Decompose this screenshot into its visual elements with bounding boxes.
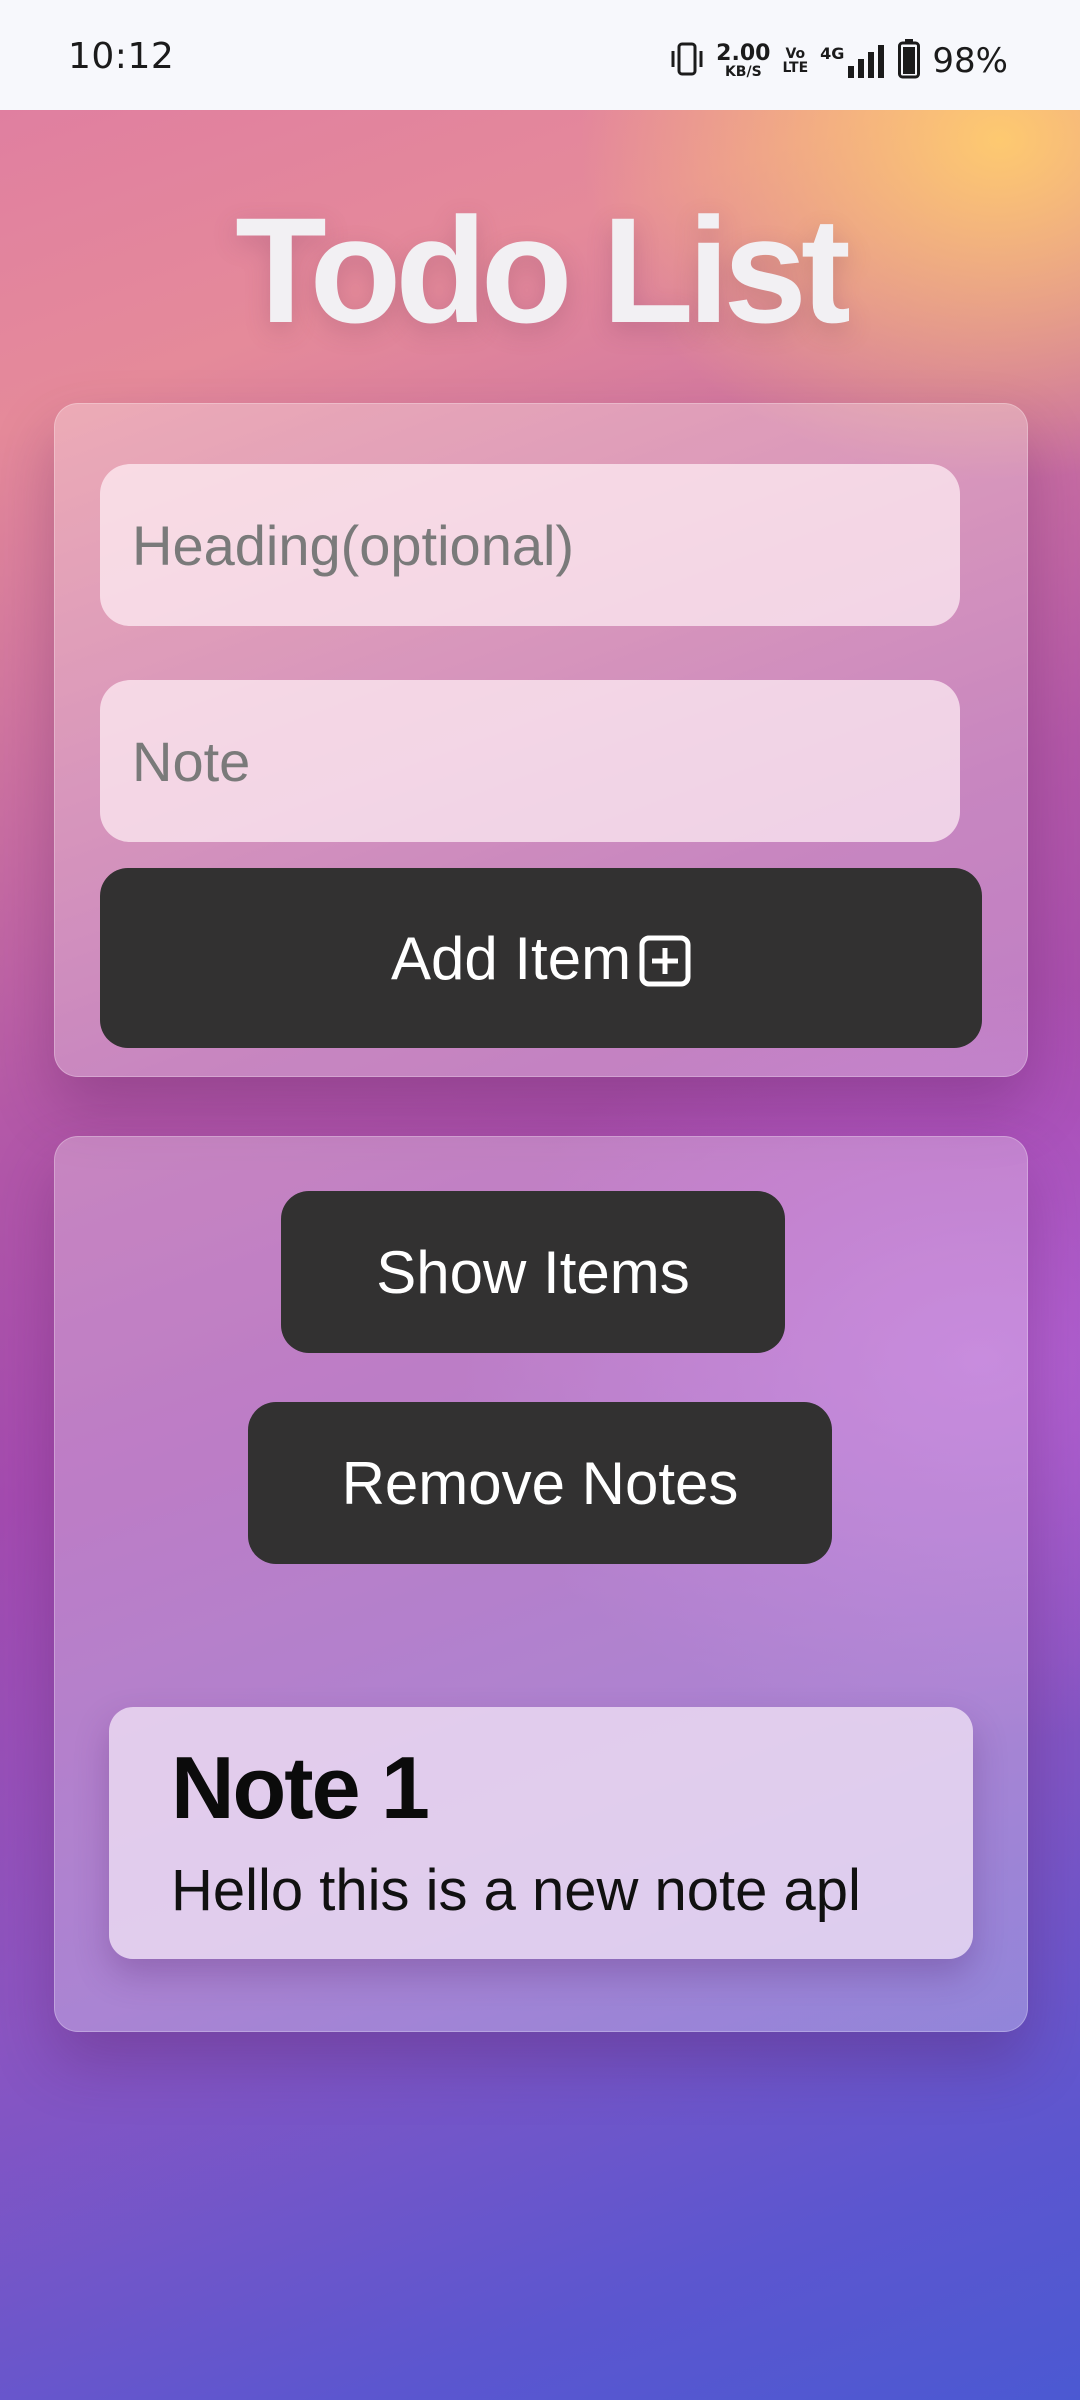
input-card: Add Item — [54, 403, 1028, 1077]
note-input[interactable] — [100, 680, 960, 842]
vibrate-icon — [670, 41, 704, 81]
plus-box-icon — [639, 932, 691, 987]
status-bar: 10:12 2.00 KB/S Vo LTE 4G 98% — [0, 0, 1080, 110]
volte-bottom: LTE — [782, 60, 809, 76]
volte-indicator: Vo LTE — [782, 47, 808, 75]
app-screen: Todo List Add Item Show Items Remove Not… — [0, 110, 1080, 2400]
page-title: Todo List — [235, 186, 851, 354]
add-item-label: Add Item — [390, 924, 632, 992]
note-title: Note 1 — [171, 1738, 430, 1837]
note-item[interactable]: Note 1 Hello this is a new note apl — [109, 1707, 973, 1959]
signal-icon: 4G — [820, 44, 886, 78]
show-items-label: Show Items — [376, 1238, 690, 1306]
notes-card: Show Items Remove Notes Note 1 Hello thi… — [54, 1136, 1028, 2032]
status-icons: 2.00 KB/S Vo LTE 4G 98% — [670, 38, 1008, 84]
add-item-button[interactable]: Add Item — [100, 868, 982, 1048]
battery-icon — [898, 39, 921, 83]
remove-notes-label: Remove Notes — [341, 1449, 739, 1517]
network-speed: 2.00 KB/S — [716, 41, 771, 80]
heading-input[interactable] — [100, 464, 960, 626]
speed-unit: KB/S — [724, 64, 762, 80]
show-items-button[interactable]: Show Items — [281, 1191, 785, 1353]
volte-top: Vo — [785, 46, 806, 62]
status-time: 10:12 — [68, 36, 175, 77]
speed-value: 2.00 — [716, 41, 771, 66]
network-type: 4G — [820, 44, 845, 63]
note-body: Hello this is a new note apl — [171, 1858, 861, 1923]
remove-notes-button[interactable]: Remove Notes — [248, 1402, 832, 1564]
battery-percent: 98% — [932, 41, 1008, 81]
